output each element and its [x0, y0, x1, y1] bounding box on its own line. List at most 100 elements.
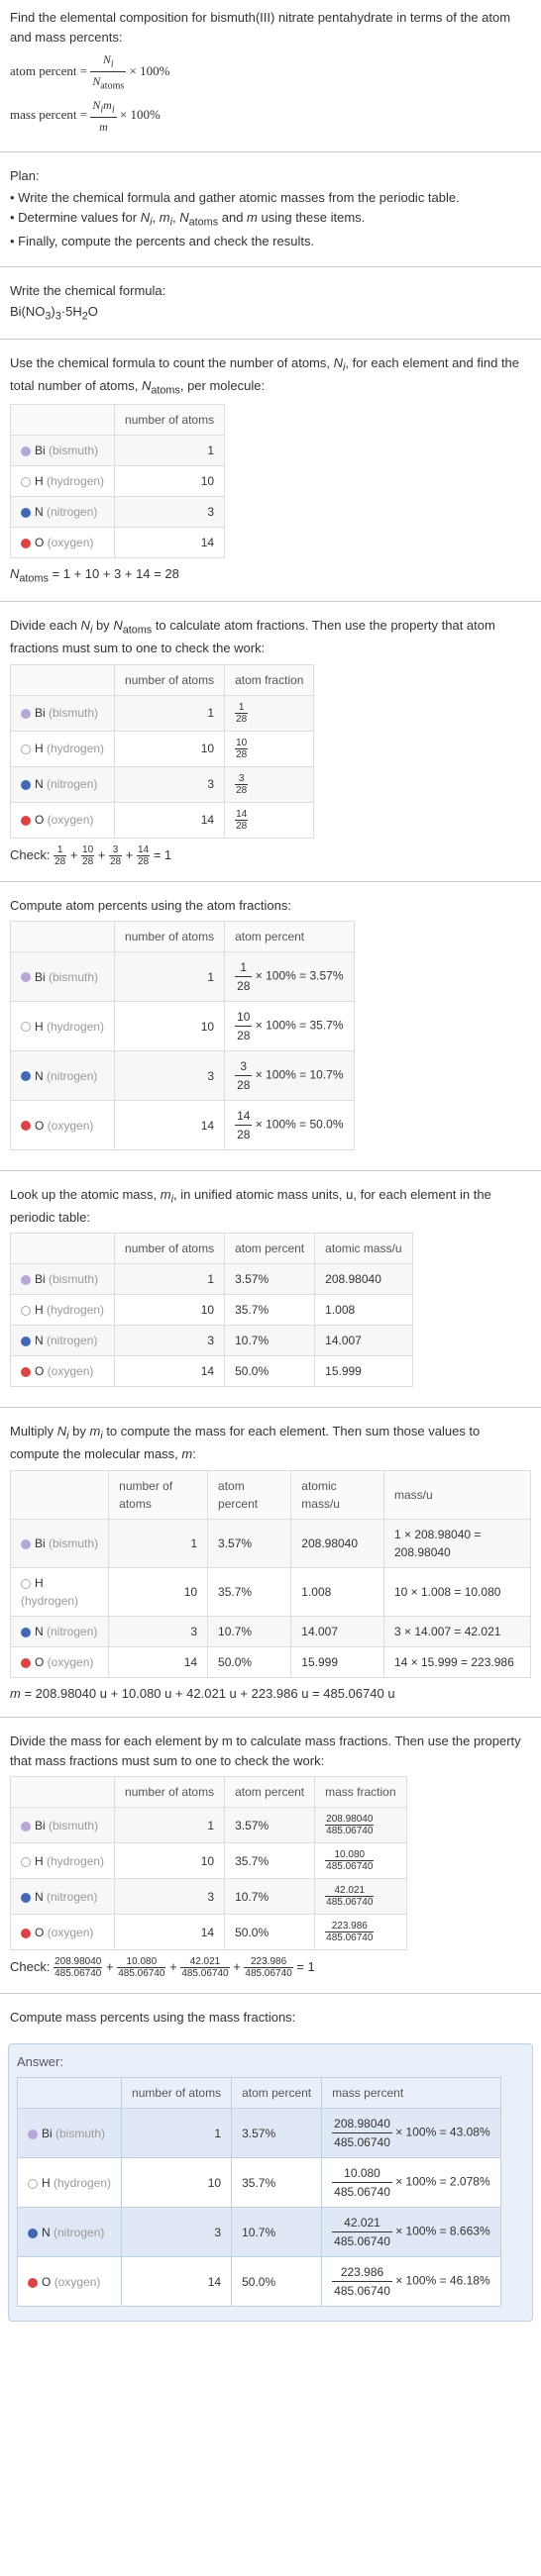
element-dot-icon [28, 2130, 38, 2139]
formula-section: Write the chemical formula: Bi(NO3)3·5H2… [0, 273, 541, 333]
intro-section: Find the elemental composition for bismu… [0, 0, 541, 146]
count-section: Use the chemical formula to count the nu… [0, 346, 541, 595]
element-dot-icon [28, 2278, 38, 2288]
atom-percent-formula: atom percent = NiNatoms × 100% [10, 50, 531, 94]
element-dot-icon [21, 1822, 31, 1832]
table-row: N (nitrogen)3328 [11, 766, 314, 802]
divider [0, 339, 541, 340]
table-row: H (hydrogen)10 [11, 466, 225, 497]
element-dot-icon [21, 1306, 31, 1316]
element-dot-icon [21, 816, 31, 826]
table-row: Bi (bismuth)1 [11, 436, 225, 466]
table-row: N (nitrogen)310.7%14.0073 × 14.007 = 42.… [11, 1616, 531, 1646]
table-row: Bi (bismuth)1128 × 100% = 3.57% [11, 952, 355, 1002]
divider [0, 1170, 541, 1171]
element-dot-icon [21, 1857, 31, 1867]
element-dot-icon [21, 1071, 31, 1081]
atomfrac-text: Divide each Ni by Natoms to calculate at… [10, 616, 531, 657]
table-row: O (oxygen)1450.0%223.986485.06740 × 100%… [18, 2257, 501, 2307]
element-dot-icon [21, 1893, 31, 1903]
element-dot-icon [21, 1658, 31, 1668]
fraction: Nimim [90, 96, 116, 136]
count-total: Natoms = 1 + 10 + 3 + 14 = 28 [10, 564, 531, 587]
atompct-text: Compute atom percents using the atom fra… [10, 896, 531, 916]
divider [0, 881, 541, 882]
table-row: Bi (bismuth)13.57%208.980401 × 208.98040… [11, 1519, 531, 1567]
element-dot-icon [21, 972, 31, 982]
atomicmass-text: Look up the atomic mass, mi, in unified … [10, 1185, 531, 1227]
mass-percent-label: mass percent [10, 107, 77, 122]
element-dot-icon [21, 508, 31, 518]
molarmass-section: Multiply Ni by mi to compute the mass fo… [0, 1414, 541, 1711]
table-row: H (hydrogen)1035.7%10.080485.06740 × 100… [18, 2158, 501, 2208]
element-dot-icon [21, 1367, 31, 1377]
table-row: Bi (bismuth)1128 [11, 695, 314, 731]
mass-percent-formula: mass percent = Nimim × 100% [10, 96, 531, 136]
element-dot-icon [21, 1275, 31, 1285]
plan-section: Plan: • Write the chemical formula and g… [0, 158, 541, 259]
atomfrac-check: Check: 128 + 1028 + 328 + 1428 = 1 [10, 844, 531, 867]
atomicmass-section: Look up the atomic mass, mi, in unified … [0, 1177, 541, 1401]
fraction: NiNatoms [90, 50, 126, 94]
element-dot-icon [21, 1579, 31, 1589]
element-dot-icon [21, 1628, 31, 1637]
divider [0, 1717, 541, 1718]
table-row: N (nitrogen)3328 × 100% = 10.7% [11, 1051, 355, 1101]
element-dot-icon [21, 780, 31, 790]
element-dot-icon [21, 1539, 31, 1549]
atompct-table: number of atomsatom percent Bi (bismuth)… [10, 921, 355, 1150]
element-dot-icon [21, 1121, 31, 1131]
atomfrac-table: number of atomsatom fraction Bi (bismuth… [10, 664, 314, 839]
intro-text: Find the elemental composition for bismu… [10, 8, 531, 47]
table-row: O (oxygen)1450.0%15.99914 × 15.999 = 223… [11, 1646, 531, 1677]
atomicmass-table: number of atomsatom percentatomic mass/u… [10, 1233, 413, 1387]
table-row: O (oxygen)141428 [11, 802, 314, 838]
answer-title: Answer: [17, 2052, 524, 2072]
table-row: Bi (bismuth)13.57%208.98040485.06740 [11, 1808, 407, 1843]
divider [0, 151, 541, 152]
molarmass-text: Multiply Ni by mi to compute the mass fo… [10, 1422, 531, 1463]
element-dot-icon [21, 446, 31, 456]
atomfrac-section: Divide each Ni by Natoms to calculate at… [0, 608, 541, 874]
element-dot-icon [21, 539, 31, 548]
table-row: N (nitrogen)310.7%42.021485.06740 × 100%… [18, 2208, 501, 2257]
chemical-formula: Bi(NO3)3·5H2O [10, 302, 531, 325]
table-row: Bi (bismuth)13.57%208.98040 [11, 1264, 413, 1295]
table-row: H (hydrogen)101028 × 100% = 35.7% [11, 1002, 355, 1051]
element-dot-icon [21, 1337, 31, 1346]
table-row: N (nitrogen)310.7%14.007 [11, 1326, 413, 1356]
answer-table: number of atomsatom percentmass percent … [17, 2077, 501, 2307]
table-row: H (hydrogen)1035.7%1.008 [11, 1295, 413, 1326]
table-row: O (oxygen)1450.0%15.999 [11, 1356, 413, 1387]
answer-box: Answer: number of atomsatom percentmass … [8, 2043, 533, 2323]
massfrac-section: Divide the mass for each element by m to… [0, 1724, 541, 1987]
element-dot-icon [21, 477, 31, 487]
table-row: N (nitrogen)3 [11, 497, 225, 528]
table-row: N (nitrogen)310.7%42.021485.06740 [11, 1879, 407, 1915]
divider [0, 1407, 541, 1408]
element-dot-icon [28, 2179, 38, 2189]
table-row: O (oxygen)141428 × 100% = 50.0% [11, 1101, 355, 1150]
atom-percent-label: atom percent [10, 63, 77, 78]
element-dot-icon [28, 2229, 38, 2238]
divider [0, 601, 541, 602]
table-row: O (oxygen)14 [11, 528, 225, 558]
plan-item: • Finally, compute the percents and chec… [10, 232, 531, 251]
divider [0, 1993, 541, 1994]
table-row: H (hydrogen)1035.7%1.00810 × 1.008 = 10.… [11, 1567, 531, 1616]
element-dot-icon [21, 709, 31, 719]
element-dot-icon [21, 744, 31, 754]
table-row: H (hydrogen)101028 [11, 731, 314, 766]
plan-item: • Determine values for Ni, mi, Natoms an… [10, 208, 531, 231]
divider [0, 266, 541, 267]
massfrac-table: number of atomsatom percentmass fraction… [10, 1776, 407, 1950]
plan-title: Plan: [10, 166, 531, 186]
table-row: O (oxygen)1450.0%223.986485.06740 [11, 1915, 407, 1950]
plan-item: • Write the chemical formula and gather … [10, 188, 531, 208]
table-row: Bi (bismuth)13.57%208.98040485.06740 × 1… [18, 2109, 501, 2158]
element-dot-icon [21, 1022, 31, 1032]
count-text: Use the chemical formula to count the nu… [10, 353, 531, 399]
formula-title: Write the chemical formula: [10, 281, 531, 301]
atompct-section: Compute atom percents using the atom fra… [0, 888, 541, 1165]
massfrac-text: Divide the mass for each element by m to… [10, 1732, 531, 1770]
